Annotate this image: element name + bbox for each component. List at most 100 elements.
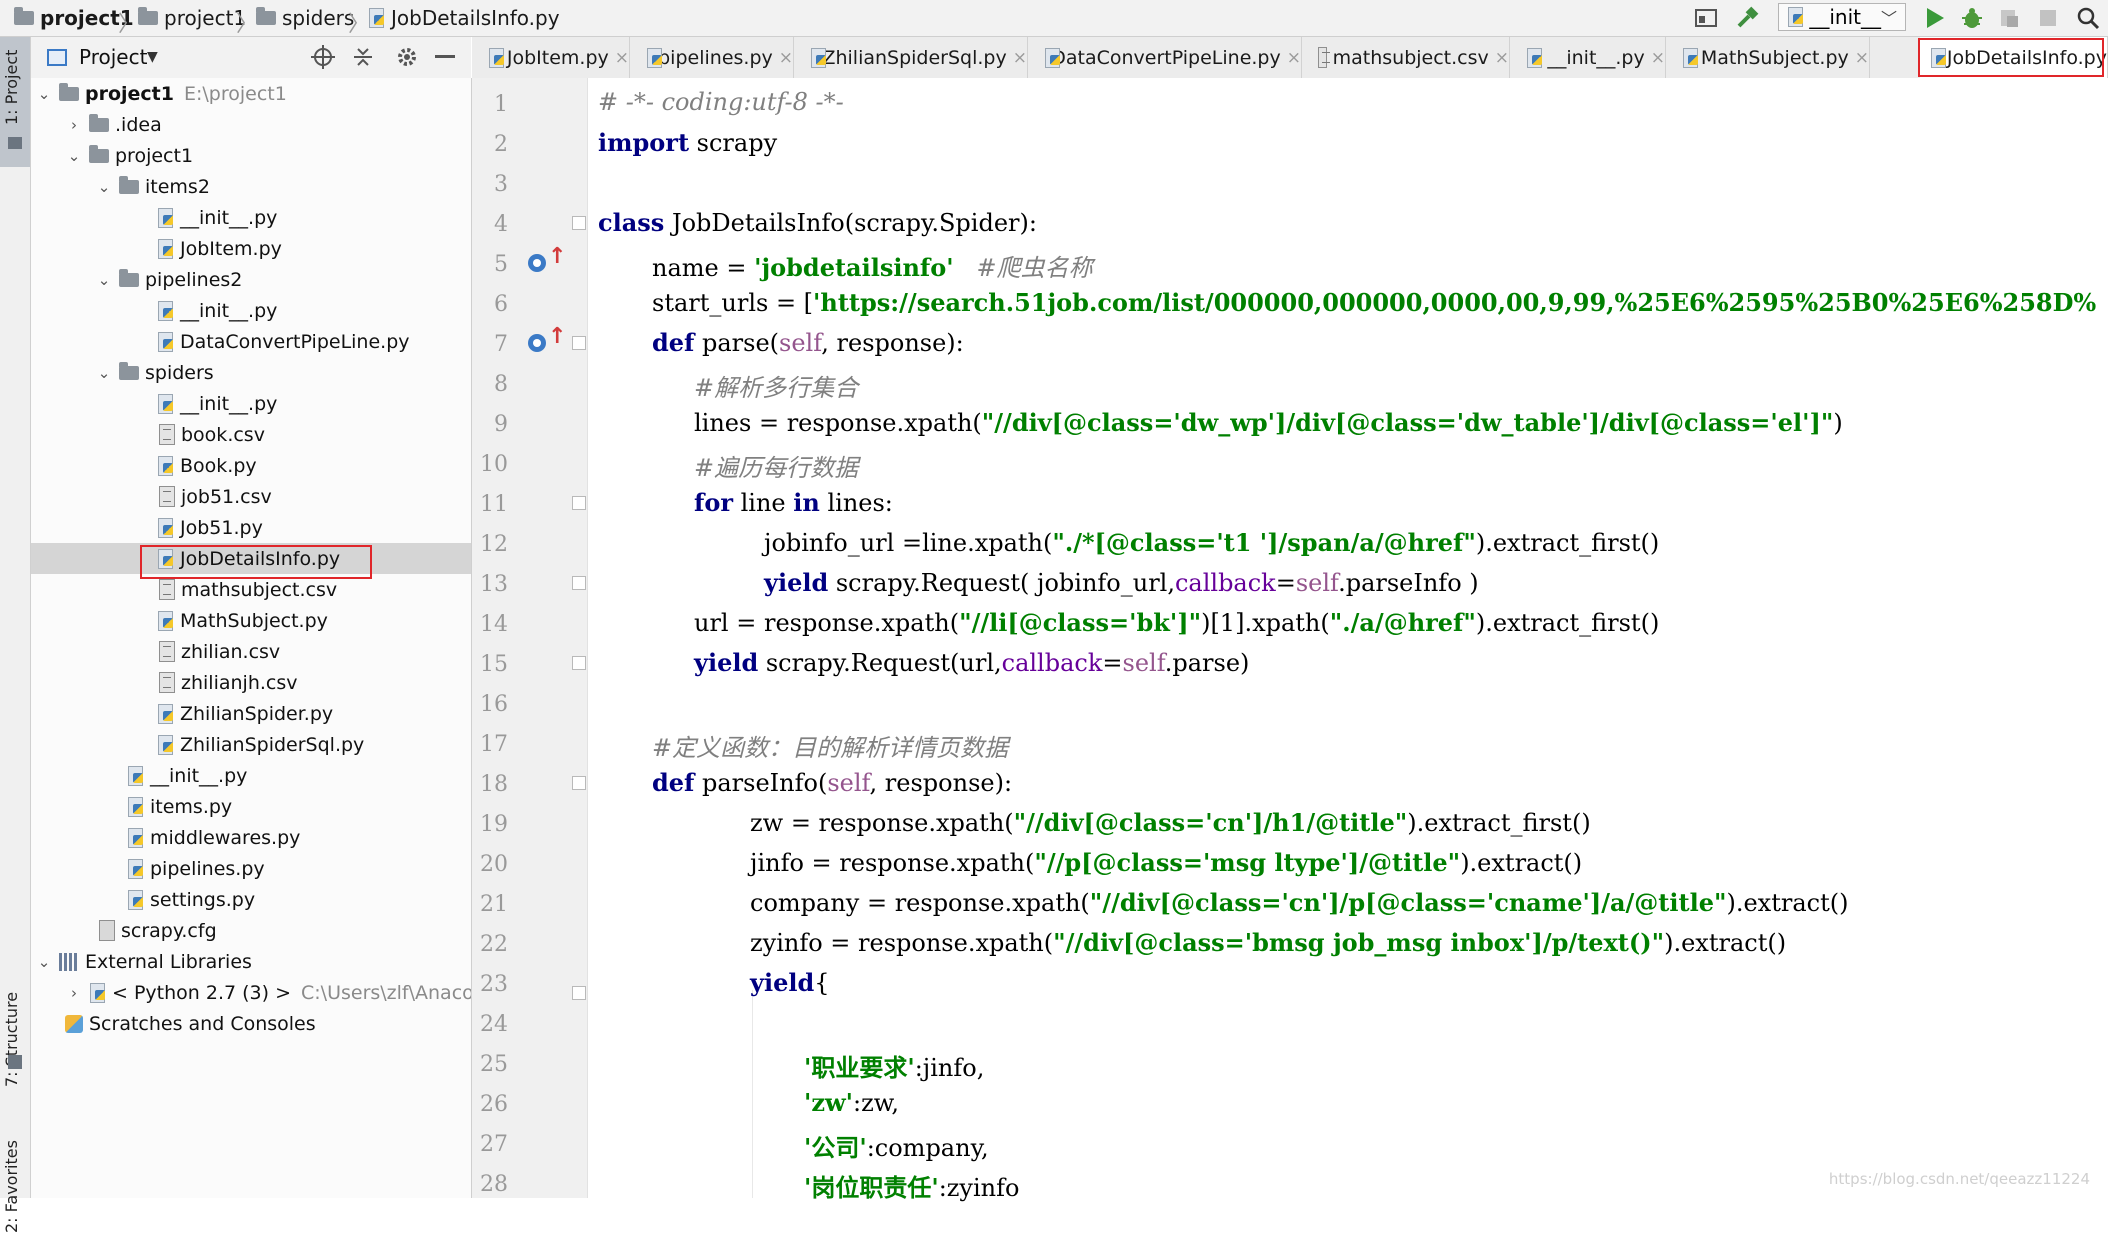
breadcrumb-item-project1-sub[interactable]: project1 bbox=[138, 0, 246, 36]
debug-icon[interactable] bbox=[1958, 4, 1986, 32]
tree-node-file[interactable]: pipelines.py bbox=[31, 853, 471, 884]
tree-node-file[interactable]: DataConvertPipeLine.py bbox=[31, 326, 471, 357]
fold-marker-icon[interactable] bbox=[572, 986, 586, 1000]
fold-marker-icon[interactable] bbox=[572, 496, 586, 510]
csv-file-icon bbox=[159, 641, 175, 662]
python-file-icon bbox=[157, 703, 175, 724]
python-file-icon bbox=[646, 47, 663, 68]
tree-node-file[interactable]: settings.py bbox=[31, 884, 471, 915]
tree-node-items2[interactable]: ⌄ items2 bbox=[31, 171, 471, 202]
python-file-icon bbox=[368, 8, 386, 28]
tree-node-file[interactable]: Book.py bbox=[31, 450, 471, 481]
tab-mathsubject[interactable]: MathSubject.py × bbox=[1666, 37, 1870, 78]
tab-zhilianspidersql[interactable]: ZhilianSpiderSql.py × bbox=[794, 37, 1028, 78]
minimize-icon[interactable] bbox=[435, 55, 455, 58]
tree-node-file[interactable]: zhilianjh.csv bbox=[31, 667, 471, 698]
project-view-icon bbox=[47, 49, 67, 66]
tree-node-file[interactable]: __init__.py bbox=[31, 295, 471, 326]
line-number: 2 bbox=[494, 132, 508, 157]
csv-file-icon bbox=[1318, 47, 1330, 68]
tab-dataconvertpipeline[interactable]: DataConvertPipeLine.py × bbox=[1028, 37, 1302, 78]
tree-node-pipelines2[interactable]: ⌄ pipelines2 bbox=[31, 264, 471, 295]
tab-pipelines[interactable]: pipelines.py × bbox=[630, 37, 794, 78]
tree-node-root[interactable]: ⌄ project1 E:\project1 bbox=[31, 78, 471, 109]
gear-icon[interactable] bbox=[395, 45, 419, 73]
code-line-23: yield{ bbox=[750, 968, 830, 997]
close-icon[interactable]: × bbox=[1855, 48, 1869, 68]
tree-node-file[interactable]: scrapy.cfg bbox=[31, 915, 471, 946]
fold-marker-icon[interactable] bbox=[572, 216, 586, 230]
close-icon[interactable]: × bbox=[1287, 48, 1301, 68]
run-icon[interactable] bbox=[1922, 4, 1948, 32]
tree-node-spiders[interactable]: ⌄ spiders bbox=[31, 357, 471, 388]
tree-node-file[interactable]: ZhilianSpiderSql.py bbox=[31, 729, 471, 760]
line-number: 8 bbox=[494, 372, 508, 397]
tree-node-file[interactable]: MathSubject.py bbox=[31, 605, 471, 636]
tree-node-file[interactable]: JobItem.py bbox=[31, 233, 471, 264]
tab-init[interactable]: __init__.py × bbox=[1510, 37, 1666, 78]
tree-node-file[interactable]: zhilian.csv bbox=[31, 636, 471, 667]
locate-icon[interactable] bbox=[311, 45, 335, 73]
collapse-all-icon[interactable] bbox=[351, 45, 375, 73]
folder-icon bbox=[138, 7, 158, 25]
close-icon[interactable]: × bbox=[615, 48, 629, 68]
chevron-down-icon: ⌄ bbox=[37, 952, 51, 971]
fold-marker-icon[interactable] bbox=[572, 656, 586, 670]
code-line-15: yield scrapy.Request(url,callback=self.p… bbox=[694, 648, 1250, 677]
close-icon[interactable]: × bbox=[779, 48, 793, 68]
code-line-22: zyinfo = response.xpath("//div[@class='b… bbox=[750, 928, 1787, 957]
code-line-13: yield scrapy.Request( jobinfo_url,callba… bbox=[764, 568, 1479, 597]
layout-icon[interactable] bbox=[1694, 4, 1718, 32]
tree-node-project1[interactable]: ⌄ project1 bbox=[31, 140, 471, 171]
project-view-title[interactable]: Project bbox=[79, 45, 147, 69]
close-icon[interactable]: × bbox=[1651, 48, 1665, 68]
tree-node-file[interactable]: ZhilianSpider.py bbox=[31, 698, 471, 729]
tree-node-file[interactable]: __init__.py bbox=[31, 760, 471, 791]
folder-icon bbox=[119, 361, 139, 380]
close-icon[interactable]: × bbox=[1013, 48, 1027, 68]
override-marker-icon[interactable] bbox=[528, 334, 546, 352]
line-number: 26 bbox=[480, 1092, 508, 1117]
code-line-6: start_urls = ['https://search.51job.com/… bbox=[652, 288, 2097, 317]
line-number: 23 bbox=[480, 972, 508, 997]
library-icon bbox=[59, 952, 79, 971]
tree-node-file[interactable]: Job51.py bbox=[31, 512, 471, 543]
breadcrumb-item-project1[interactable]: project1 bbox=[14, 0, 134, 36]
csv-file-icon bbox=[159, 486, 175, 507]
tree-node-idea[interactable]: › .idea bbox=[31, 109, 471, 140]
tree-node-file[interactable]: book.csv bbox=[31, 419, 471, 450]
tree-node-file[interactable]: __init__.py bbox=[31, 388, 471, 419]
fold-marker-icon[interactable] bbox=[572, 576, 586, 590]
run-configuration-select[interactable]: __init__ ﹀ bbox=[1778, 3, 1906, 31]
breadcrumb-item-spiders[interactable]: spiders bbox=[256, 0, 354, 36]
tree-node-file[interactable]: job51.csv bbox=[31, 481, 471, 512]
tab-mathsubject-csv[interactable]: mathsubject.csv × bbox=[1302, 37, 1510, 78]
fold-marker-icon[interactable] bbox=[572, 776, 586, 790]
tree-node-file[interactable]: __init__.py bbox=[31, 202, 471, 233]
python-file-icon bbox=[157, 238, 175, 259]
project-tool-tab[interactable]: 1: Project bbox=[0, 37, 30, 167]
tab-jobitem[interactable]: JobItem.py × bbox=[472, 37, 630, 78]
line-number: 20 bbox=[480, 852, 508, 877]
override-marker-icon[interactable] bbox=[528, 254, 546, 272]
line-number: 11 bbox=[480, 492, 508, 517]
code-editor[interactable] bbox=[588, 78, 2108, 1198]
search-icon[interactable] bbox=[2074, 4, 2102, 32]
close-icon[interactable]: × bbox=[1495, 48, 1509, 68]
python-file-icon bbox=[127, 889, 145, 910]
stop-icon[interactable] bbox=[2036, 4, 2060, 32]
line-number: 9 bbox=[494, 412, 508, 437]
coverage-icon[interactable] bbox=[1996, 4, 2022, 32]
tree-node-file[interactable]: middlewares.py bbox=[31, 822, 471, 853]
tree-node-external-libraries[interactable]: ⌄ External Libraries bbox=[31, 946, 471, 977]
favorites-tab[interactable]: 2: Favorites bbox=[2, 1140, 21, 1233]
hammer-icon[interactable] bbox=[1734, 4, 1760, 32]
tree-node-file[interactable]: items.py bbox=[31, 791, 471, 822]
structure-tab[interactable]: 7: Structure bbox=[2, 992, 21, 1087]
chevron-down-icon[interactable]: ▼ bbox=[147, 49, 158, 65]
python-file-icon bbox=[810, 47, 828, 68]
tree-node-python-sdk[interactable]: › < Python 2.7 (3) > C:\Users\zlf\Anacon… bbox=[31, 977, 471, 1008]
breadcrumb-item-file[interactable]: JobDetailsInfo.py bbox=[368, 0, 560, 36]
tree-node-scratches[interactable]: Scratches and Consoles bbox=[31, 1008, 471, 1039]
fold-marker-icon[interactable] bbox=[572, 336, 586, 350]
